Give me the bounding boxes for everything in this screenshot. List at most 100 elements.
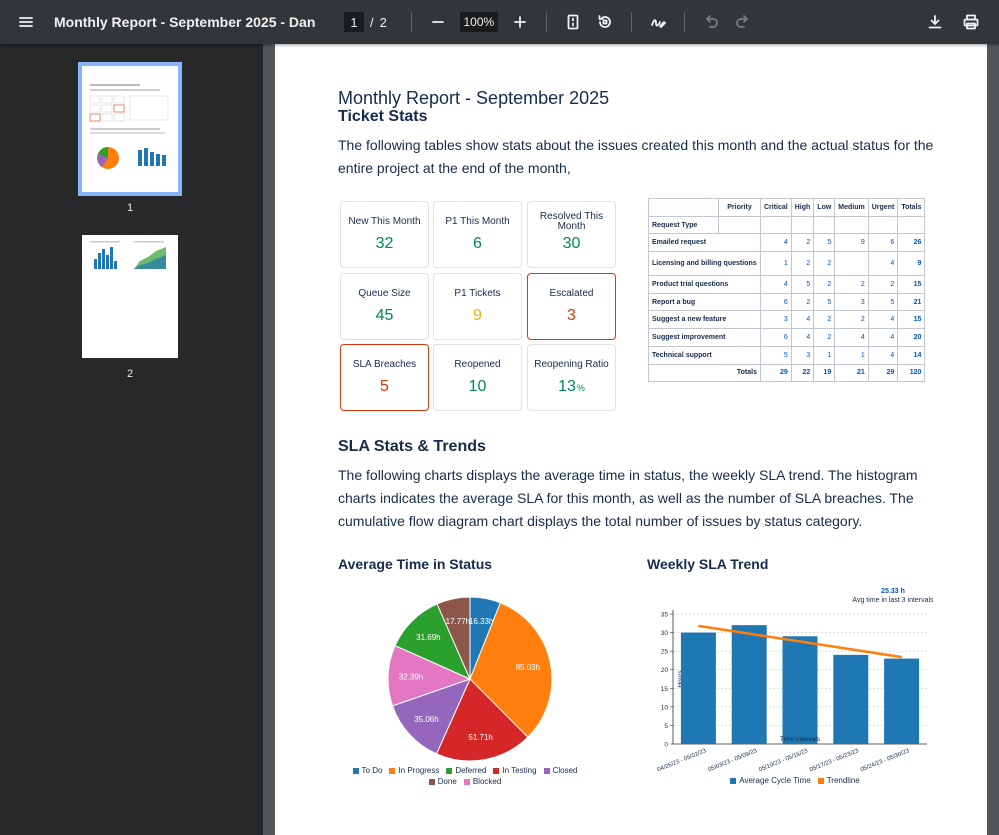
legend-item: Blocked	[463, 777, 502, 786]
x-tick-label: 05/10/23 - 05/16/23	[758, 748, 809, 773]
table-corner	[648, 198, 719, 217]
legend-label: To Do	[361, 766, 383, 775]
legend-item: Done	[428, 777, 457, 786]
thumbnail-label-2: 2	[126, 368, 134, 380]
average-time-pie-chart: 16.33h 85.03h 51.71h 35.06h 32.39h 31.69h 17.7…	[387, 596, 553, 762]
bar-2	[731, 625, 767, 744]
legend-label: Trendline	[826, 776, 860, 785]
column-header: Critical	[760, 198, 792, 217]
sla-paragraph: The following charts displays the averag…	[338, 467, 918, 529]
ticket-stats-heading: Ticket Stats	[338, 108, 428, 125]
legend-item: To Do	[352, 766, 383, 775]
pie-chart-legend: To Do In Progress Deferred In Testing Closed…	[345, 766, 585, 786]
pdf-page: Monthly Report - September 2025 Ticket S…	[275, 44, 987, 835]
legend-item: Average Cycle Time	[730, 776, 811, 785]
row-label: Suggest improvement	[648, 328, 761, 347]
bar-chart-legend: Average Cycle Time Trendline	[655, 776, 935, 785]
pie-value-label: 51.71h	[468, 733, 492, 742]
y-tick-label: 15	[661, 686, 669, 693]
rotate-icon[interactable]	[589, 6, 621, 38]
page-number-input[interactable]: 1	[344, 12, 364, 32]
x-axis-label: Time intervals	[780, 736, 821, 743]
toolbar-divider	[410, 12, 412, 32]
card-sla-breaches: SLA Breaches 5	[340, 344, 429, 411]
zoom-in-icon[interactable]	[504, 6, 536, 38]
table-row: Suggest improvement 6 4 2 4 4 20	[648, 328, 926, 347]
y-tick-label: 10	[661, 704, 669, 711]
fit-page-icon[interactable]	[557, 6, 589, 38]
card-p1-this-month: P1 This Month 6	[433, 201, 522, 268]
pie-value-label: 31.69h	[416, 633, 440, 642]
card-reopening-ratio: Reopening Ratio 13%	[527, 344, 616, 411]
toolbar-divider	[683, 12, 685, 32]
y-tick-label: 20	[661, 667, 669, 674]
zoom-level-input[interactable]: 100%	[459, 12, 498, 32]
column-header: Low	[813, 198, 836, 217]
undo-icon[interactable]	[695, 6, 727, 38]
redo-icon[interactable]	[727, 6, 759, 38]
total-pages: 2	[379, 14, 387, 30]
bar-chart-title: Weekly SLA Trend	[647, 556, 769, 572]
table-row: Report a bug 6 2 5 3 5 21	[648, 292, 926, 312]
legend-label: Blocked	[472, 777, 502, 786]
reopening-ratio-value: 13	[558, 378, 576, 395]
request-type-priority-table: Priority Critical High Low Medium Urgent…	[648, 198, 926, 383]
legend-swatch	[730, 777, 737, 784]
table-row: Request Type	[648, 215, 926, 235]
thumbnail-preview-2	[90, 241, 166, 269]
column-header: Medium	[834, 198, 869, 217]
pdf-toolbar: Monthly Report - September 2025 - Danut …	[0, 0, 999, 44]
card-reopened: Reopened 10	[433, 344, 522, 411]
pie-value-label: 35.06h	[414, 715, 438, 724]
toolbar-divider	[545, 12, 547, 32]
print-icon[interactable]	[955, 6, 987, 38]
card-escalated: Escalated 3	[527, 273, 616, 340]
bar-3	[782, 636, 818, 744]
toolbar-divider	[630, 12, 632, 32]
document-title: Monthly Report - September 2025 - Danut …	[54, 14, 316, 30]
thumbnail-sidebar: 1 2	[0, 44, 263, 835]
priority-label: Priority	[718, 198, 761, 217]
bar-5	[884, 658, 920, 744]
x-tick-label: 04/26/23 - 05/02/23	[657, 748, 708, 773]
legend-label: In Progress	[398, 766, 440, 775]
bar-4	[833, 654, 869, 744]
table-row: Product trial questions 4 5 2 2 2 15	[648, 275, 926, 294]
annotate-icon[interactable]	[642, 6, 674, 38]
page-thumbnail-2[interactable]	[82, 235, 178, 358]
table-totals-row: Totals 29 22 19 21 29 120	[648, 363, 926, 383]
legend-swatch	[446, 767, 453, 774]
thumbnail-label-1: 1	[126, 202, 134, 214]
table-row: Emailed request 4 2 5 9 6 26	[648, 233, 926, 253]
pie-chart-title: Average Time in Status	[338, 556, 493, 572]
card-p1-tickets: P1 Tickets 9	[433, 273, 522, 340]
legend-item: Deferred	[446, 766, 486, 775]
avg-annotation-value: 25.33 h	[881, 588, 905, 595]
page-separator: /	[370, 14, 374, 30]
zoom-out-icon[interactable]	[422, 6, 454, 38]
y-tick-label: 25	[661, 649, 669, 656]
row-label: Technical support	[648, 345, 761, 365]
card-resolved-this-month: Resolved This Month 30	[527, 201, 616, 268]
weekly-sla-trend-chart: 25.33 h Avg time in last 3 intervals 0 5 10 1…	[657, 588, 933, 773]
column-header: Totals	[897, 198, 926, 217]
table-row: Suggest a new feature 3 4 2 2 4 15	[648, 310, 926, 330]
table-row: Technical support 5 3 1 1 4 14	[648, 345, 926, 365]
legend-label: Closed	[552, 766, 578, 775]
pie-value-label: 32.39h	[399, 672, 423, 681]
page-thumbnail-1[interactable]	[78, 62, 182, 196]
row-label: Report a bug	[648, 292, 761, 312]
x-tick-label: 05/03/23 - 05/09/23	[707, 748, 758, 773]
table-header-row: Priority Critical High Low Medium Urgent…	[648, 198, 926, 217]
intro-paragraph: The following tables show stats about th…	[338, 137, 934, 176]
download-icon[interactable]	[919, 6, 951, 38]
row-label: Product trial questions	[648, 275, 761, 294]
legend-label: Deferred	[455, 766, 487, 775]
pie-value-label: 16.33h	[469, 617, 493, 626]
pie-value-label: 17.77h	[446, 617, 470, 626]
card-queue-size: Queue Size 45	[340, 273, 429, 340]
totals-label: Totals	[648, 363, 761, 383]
legend-item: In Testing	[493, 766, 537, 775]
avg-annotation-text: Avg time in last 3 intervals	[852, 597, 933, 604]
menu-icon[interactable]	[10, 6, 42, 38]
